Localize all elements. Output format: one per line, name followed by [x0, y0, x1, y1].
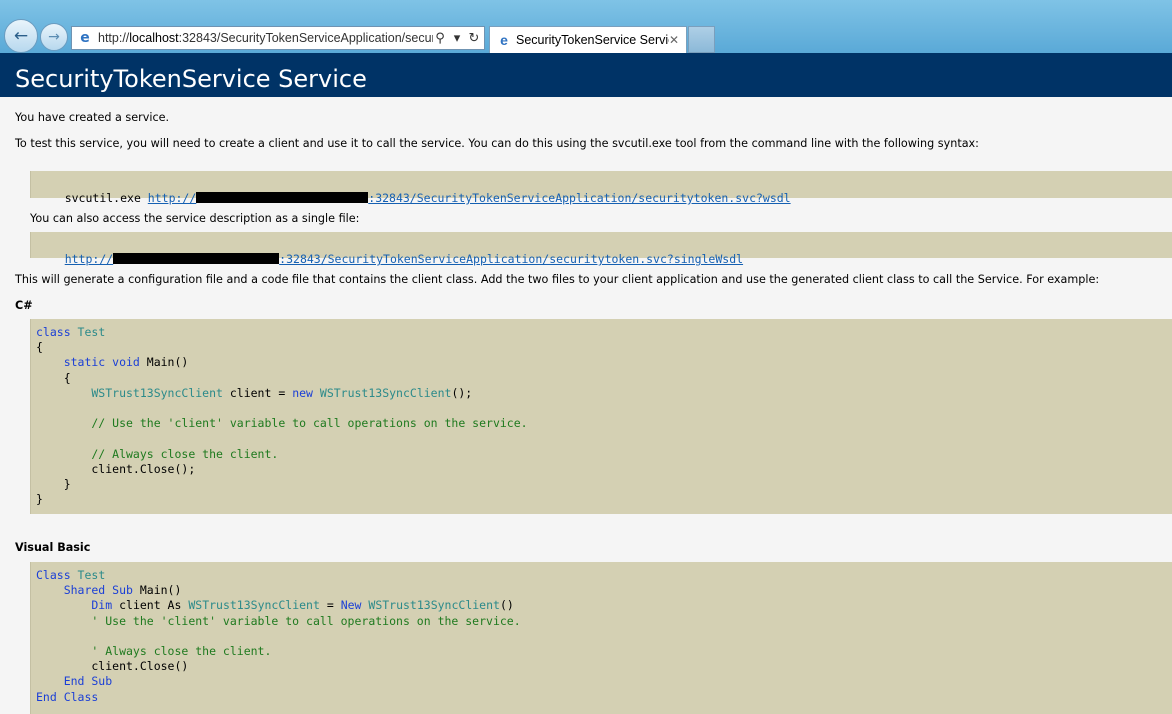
csharp-code: class Test { static void Main() { WSTrus… — [36, 325, 528, 507]
arrow-right-icon: → — [48, 29, 60, 45]
intro-text: You have created a service. — [15, 111, 170, 124]
generate-text: This will generate a configuration file … — [15, 273, 1100, 286]
address-bar[interactable]: e http://localhost:32843/SecurityTokenSe… — [71, 26, 485, 50]
test-instructions: To test this service, you will need to c… — [15, 137, 979, 150]
search-icon[interactable]: ⚲ — [433, 31, 447, 46]
browser-tab[interactable]: e SecurityTokenService Service ✕ — [489, 26, 687, 53]
wsdl-link[interactable]: http://:32843/SecurityTokenServiceApplic… — [148, 191, 791, 205]
svcutil-command-box: svcutil.exe http://:32843/SecurityTokenS… — [30, 171, 1172, 205]
back-button[interactable]: ← — [4, 19, 38, 53]
page-header: SecurityTokenService Service — [0, 53, 1172, 97]
new-tab-button[interactable] — [688, 26, 715, 53]
single-file-text: You can also access the service descript… — [30, 212, 360, 225]
ie-page-icon: e — [80, 30, 90, 46]
dropdown-arrow-icon[interactable]: ▾ — [450, 31, 464, 46]
address-url[interactable]: http://localhost:32843/SecurityTokenServ… — [98, 31, 433, 45]
vb-heading: Visual Basic — [15, 541, 91, 554]
redacted-host-2 — [113, 253, 280, 264]
tab-title: SecurityTokenService Service — [516, 33, 669, 47]
redacted-host — [196, 192, 369, 203]
close-tab-icon[interactable]: ✕ — [669, 33, 683, 47]
single-wsdl-box: http://:32843/SecurityTokenServiceApplic… — [30, 232, 1172, 266]
vb-code: Class Test Shared Sub Main() Dim client … — [36, 568, 521, 704]
csharp-heading: C# — [15, 299, 33, 312]
code-type: Test — [70, 325, 106, 339]
svcutil-command: svcutil.exe — [64, 191, 148, 205]
forward-button[interactable]: → — [40, 23, 68, 51]
page-title: SecurityTokenService Service — [15, 65, 367, 93]
single-wsdl-link[interactable]: http://:32843/SecurityTokenServiceApplic… — [65, 252, 743, 266]
arrow-left-icon: ← — [13, 26, 29, 46]
code-keyword: class — [36, 325, 71, 339]
code-comment: // Use the 'client' variable to call ope… — [36, 416, 528, 431]
ie-tab-icon: e — [500, 32, 508, 48]
refresh-icon[interactable]: ↻ — [467, 31, 481, 46]
